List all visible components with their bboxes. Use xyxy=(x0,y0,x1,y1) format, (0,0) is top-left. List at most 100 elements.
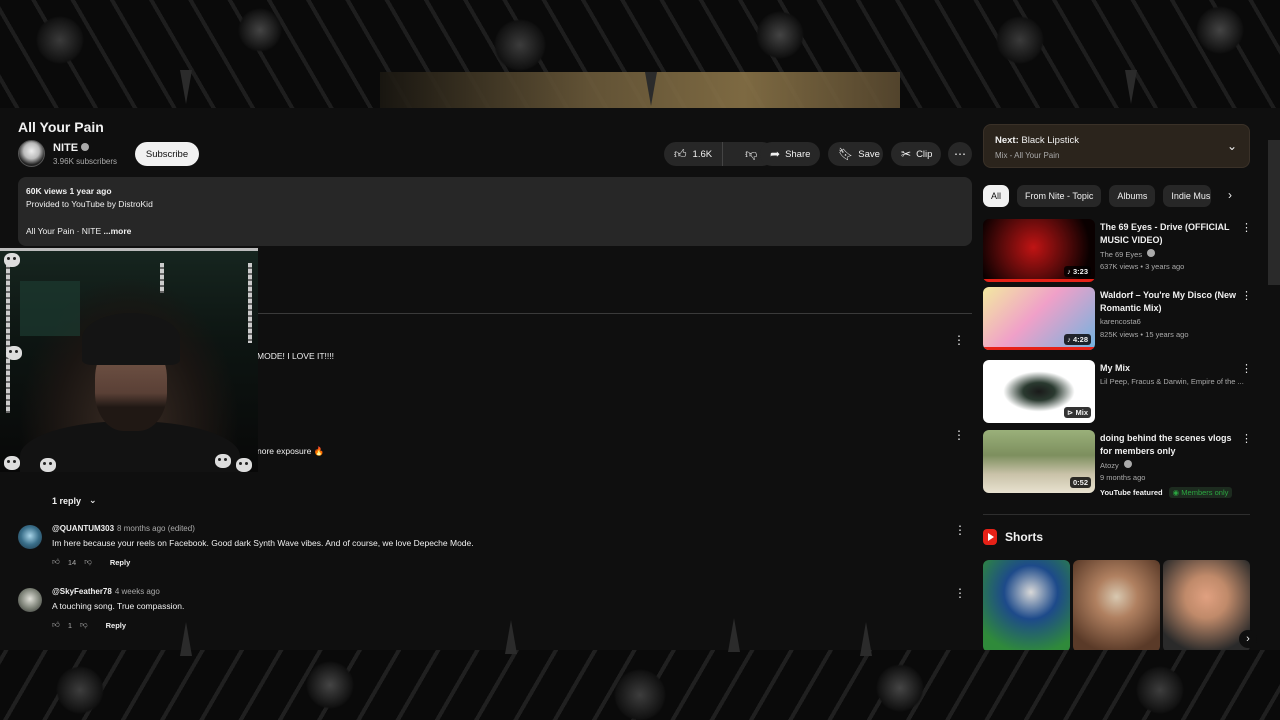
duration-badge: 0:52 xyxy=(1069,477,1091,488)
share-icon: ➦ xyxy=(770,147,781,161)
chevron-right-icon[interactable]: › xyxy=(1228,188,1232,202)
description-box[interactable]: 60K views 1 year ago Provided to YouTube… xyxy=(18,177,972,246)
skull-decoration xyxy=(6,346,22,360)
channel-name-text[interactable]: NITE xyxy=(53,142,78,154)
video-player-edge[interactable] xyxy=(380,72,900,108)
video-thumbnail[interactable]: ♪ 3:23 xyxy=(983,219,1095,282)
spike-decoration xyxy=(180,622,192,656)
video-thumbnail[interactable]: ♪ 4:28 xyxy=(983,287,1095,350)
comment-author[interactable]: @SkyFeather78 4 weeks ago xyxy=(52,587,160,596)
decorative-top-frame xyxy=(0,0,1280,110)
next-up-panel[interactable]: Next: Black Lipstick Mix - All Your Pain… xyxy=(983,124,1250,168)
chip-from-nite-topic[interactable]: From Nite - Topic xyxy=(1017,185,1102,207)
recommendation-title[interactable]: The 69 Eyes - Drive (OFFICIAL MUSIC VIDE… xyxy=(1100,221,1240,247)
members-only-text: Members only xyxy=(1181,488,1229,497)
thumbs-down-icon[interactable]: 👎︎ xyxy=(80,620,88,630)
featured-badge: YouTube featured xyxy=(1100,488,1163,497)
comment-menu-icon[interactable]: ⋮ xyxy=(953,333,965,347)
spike-decoration xyxy=(645,72,657,106)
skull-decoration xyxy=(4,253,20,267)
comment-item: @SkyFeather78 4 weeks ago A touching song… xyxy=(18,586,972,642)
view-stats: 60K views 1 year ago xyxy=(26,186,112,196)
more-horizontal-icon: ⋯ xyxy=(954,147,966,161)
comment-time: 4 weeks ago xyxy=(114,587,160,596)
reply-button[interactable]: Reply xyxy=(106,621,126,630)
short-thumbnail[interactable] xyxy=(1073,560,1160,652)
verified-icon xyxy=(81,143,90,151)
subscriber-count: 3.96K subscribers xyxy=(53,157,118,166)
comment-menu-icon[interactable]: ⋮ xyxy=(954,523,966,537)
channel-avatar[interactable] xyxy=(18,140,45,167)
recommendation-channel[interactable]: The 69 Eyes xyxy=(1100,249,1156,259)
chevron-down-icon[interactable]: ⌄ xyxy=(1227,139,1237,153)
recommendation-item[interactable]: 0:52 doing behind the scenes vlogs for m… xyxy=(983,430,1252,506)
comment-menu-icon[interactable]: ⋮ xyxy=(954,586,966,600)
commenter-avatar[interactable] xyxy=(18,525,42,549)
recommendation-meta: 9 months ago xyxy=(1100,473,1146,482)
comment-author-name[interactable]: @SkyFeather78 xyxy=(52,587,112,596)
comment-actions: 👍︎ 1 👎︎ Reply xyxy=(52,620,126,630)
recommendation-item[interactable]: ♪ 4:28 Waldorf – You're My Disco (New Ro… xyxy=(983,287,1252,353)
webcam-beanie xyxy=(82,313,180,365)
short-thumbnail[interactable] xyxy=(1163,560,1250,652)
scrollbar[interactable] xyxy=(1268,140,1280,285)
clip-label: Clip xyxy=(916,148,933,160)
save-button[interactable]: 🔖︎ Save xyxy=(828,142,883,166)
comment-item: @QUANTUM303 8 months ago (edited) Im here… xyxy=(18,523,972,579)
recommendation-menu-icon[interactable]: ⋮ xyxy=(1241,289,1252,302)
comment-body-partial: MODE! I LOVE IT!!!! xyxy=(257,351,334,361)
comment-author[interactable]: @QUANTUM303 8 months ago (edited) xyxy=(52,524,195,533)
recommendation-title[interactable]: Waldorf – You're My Disco (New Romantic … xyxy=(1100,289,1240,315)
next-up-title: Black Lipstick xyxy=(1021,135,1079,146)
shorts-heading-text: Shorts xyxy=(1005,530,1044,544)
spike-decoration xyxy=(1125,70,1137,104)
chip-albums[interactable]: Albums xyxy=(1109,185,1156,207)
subscribe-button[interactable]: Subscribe xyxy=(135,142,199,166)
more-actions-button[interactable]: ⋯ xyxy=(948,142,972,166)
recommendation-menu-icon[interactable]: ⋮ xyxy=(1241,221,1252,234)
channel-name[interactable]: NITE xyxy=(53,142,90,154)
shorts-logo-icon xyxy=(983,529,997,545)
chip-indie-music[interactable]: Indie Music xyxy=(1163,185,1212,207)
verified-icon xyxy=(1123,460,1132,468)
thumbs-down-icon[interactable]: 👎︎ xyxy=(84,557,92,567)
like-dislike-group: 👍︎ 1.6K 👎︎ xyxy=(664,142,774,166)
recommendation-item[interactable]: ♪ 3:23 The 69 Eyes - Drive (OFFICIAL MUS… xyxy=(983,219,1252,285)
mix-badge-text: Mix xyxy=(1075,408,1088,417)
verified-icon xyxy=(1147,249,1156,257)
recommendation-menu-icon[interactable]: ⋮ xyxy=(1241,432,1252,445)
chevron-right-icon[interactable]: › xyxy=(1239,630,1257,648)
description-more-link[interactable]: ...more xyxy=(103,226,131,236)
background-monitor xyxy=(20,281,80,336)
recommendation-channel[interactable]: karencosta6 xyxy=(1100,317,1141,326)
comment-time: 8 months ago (edited) xyxy=(117,524,195,533)
recommendation-menu-icon[interactable]: ⋮ xyxy=(1241,362,1252,375)
duration-badge: ♪ 3:23 xyxy=(1064,266,1091,277)
comments-divider xyxy=(258,313,972,314)
next-up-label: Next: Black Lipstick xyxy=(995,135,1079,146)
duration-text: 0:52 xyxy=(1072,478,1088,487)
share-button[interactable]: ➦ Share xyxy=(760,142,820,166)
view-replies-button[interactable]: 1 reply ⌄ xyxy=(52,495,97,506)
recommendation-channel[interactable]: Atozy xyxy=(1100,460,1132,470)
comment-actions: 👍︎ 14 👎︎ Reply xyxy=(52,557,130,567)
recommendation-title[interactable]: doing behind the scenes vlogs for member… xyxy=(1100,432,1240,458)
recommendation-item[interactable]: ⊳ Mix My Mix Lil Peep, Fracus & Darwin, … xyxy=(983,360,1252,426)
clip-button[interactable]: ✂ Clip xyxy=(891,142,941,166)
chip-all[interactable]: All xyxy=(983,185,1010,207)
like-button[interactable]: 👍︎ 1.6K xyxy=(664,142,724,166)
short-thumbnail[interactable] xyxy=(983,560,1070,652)
recommendation-channel-name[interactable]: The 69 Eyes xyxy=(1100,250,1142,259)
comment-author-name[interactable]: @QUANTUM303 xyxy=(52,524,114,533)
thumbs-up-icon[interactable]: 👍︎ xyxy=(52,620,60,630)
spike-decoration xyxy=(860,622,872,656)
thumbs-up-icon[interactable]: 👍︎ xyxy=(52,557,60,567)
video-thumbnail[interactable]: 0:52 xyxy=(983,430,1095,493)
recommendation-title[interactable]: My Mix xyxy=(1100,362,1240,375)
commenter-avatar[interactable] xyxy=(18,588,42,612)
comment-menu-icon[interactable]: ⋮ xyxy=(953,428,965,442)
recommendation-channel-name[interactable]: Atozy xyxy=(1100,461,1119,470)
mix-thumbnail[interactable]: ⊳ Mix xyxy=(983,360,1095,423)
watch-progress-bar xyxy=(983,347,1095,350)
reply-button[interactable]: Reply xyxy=(110,558,130,567)
